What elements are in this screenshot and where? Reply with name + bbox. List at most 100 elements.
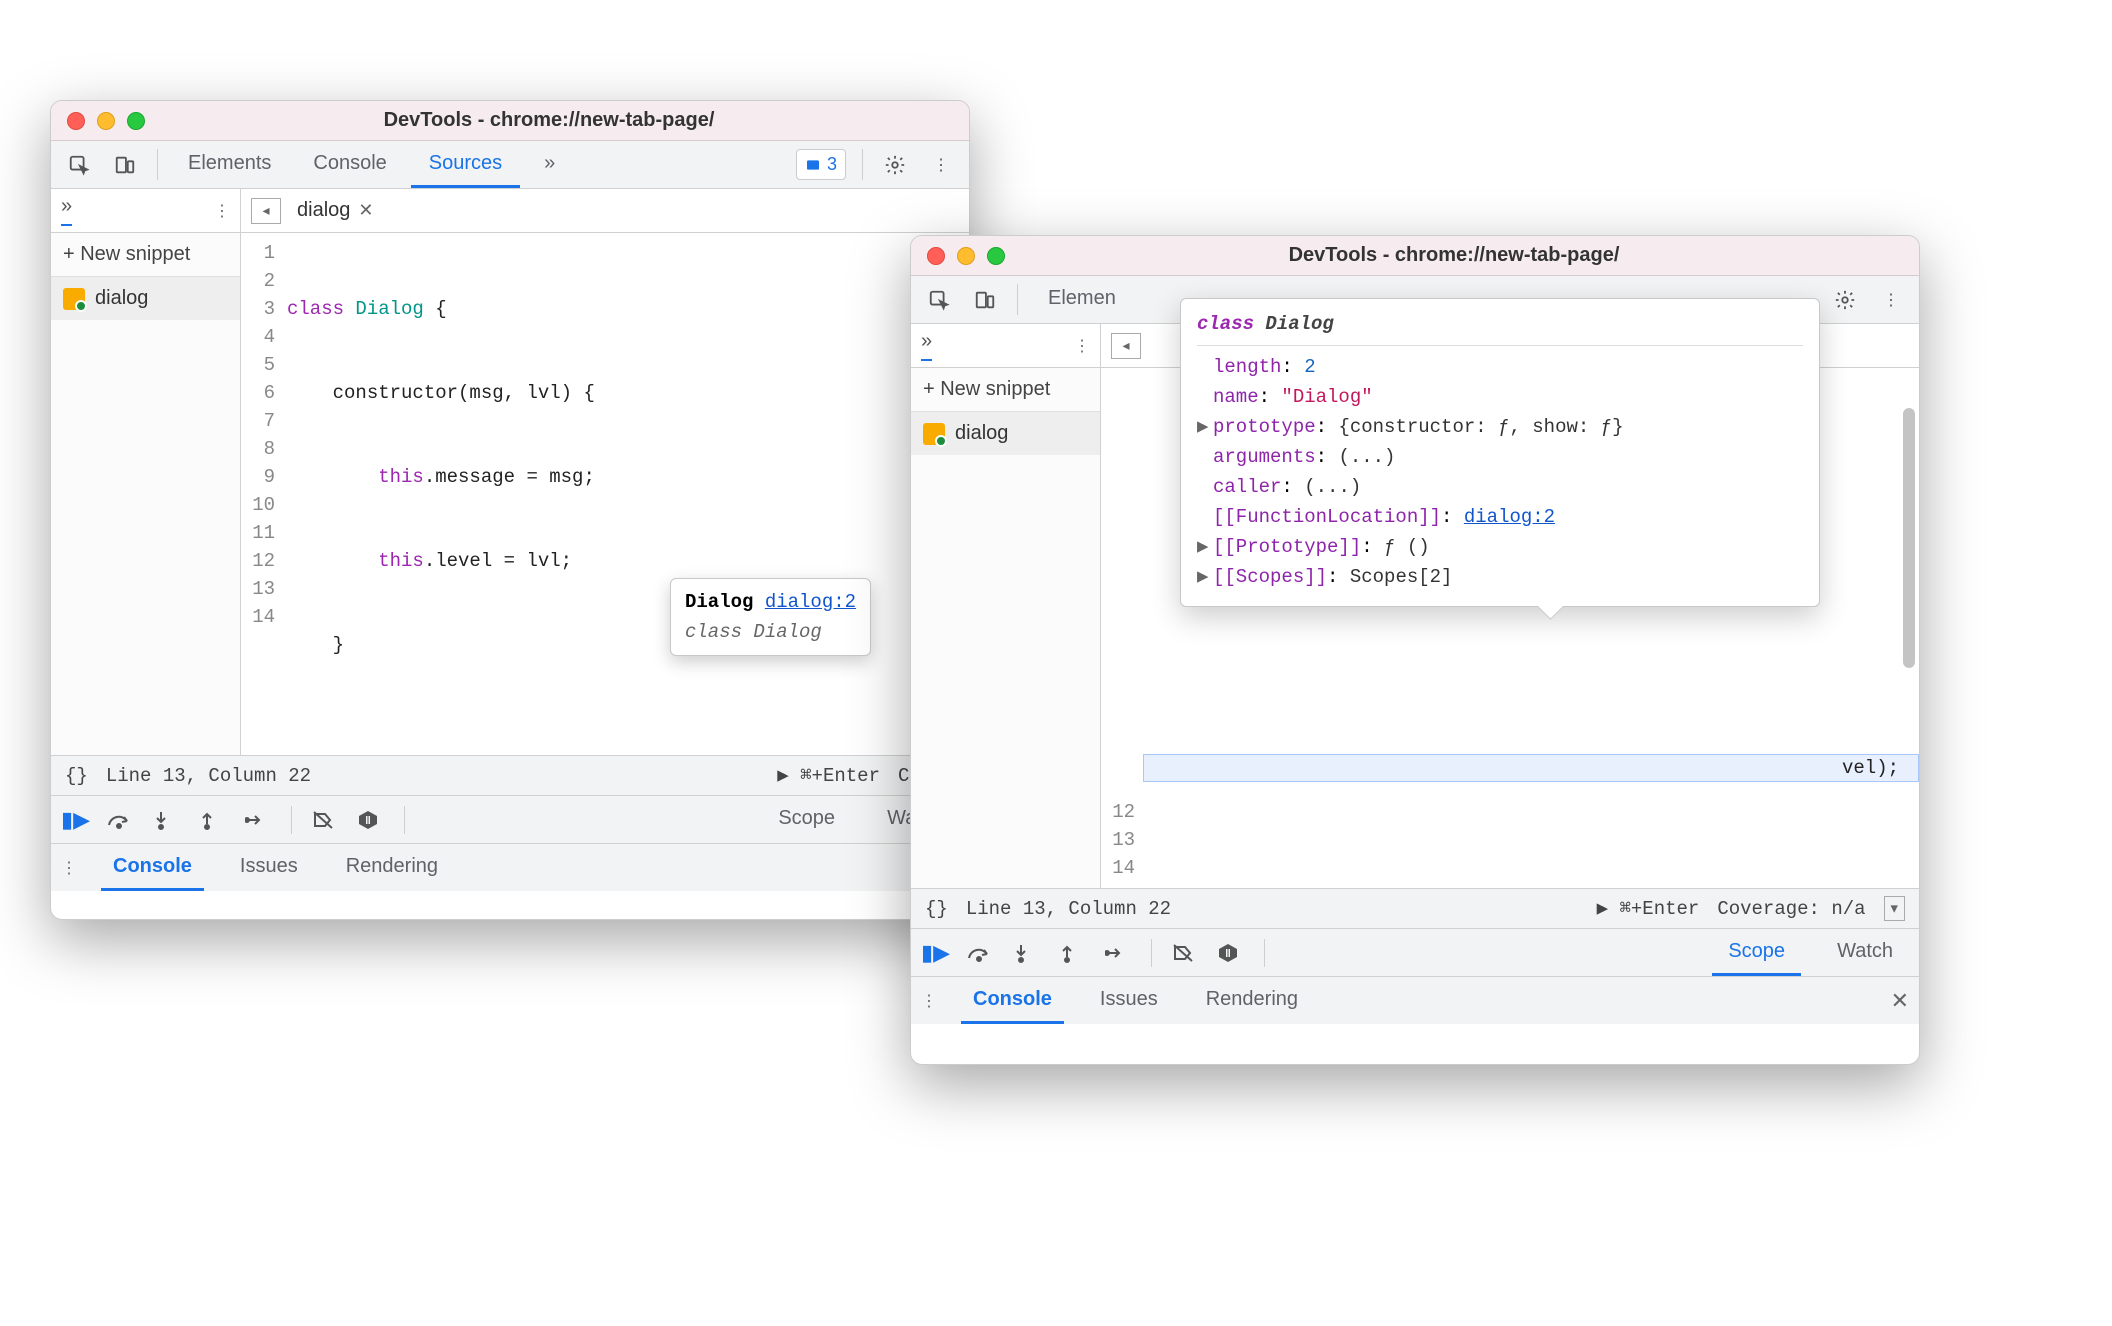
- popup-row[interactable]: length: 2: [1197, 352, 1803, 382]
- resume-icon[interactable]: ▮▶: [921, 940, 947, 966]
- gutter: 121314: [1101, 368, 1143, 888]
- object-preview-popup: class Dialog length: 2name: "Dialog"▶pro…: [1180, 298, 1820, 607]
- snippet-item[interactable]: dialog: [911, 412, 1100, 455]
- inspect-icon[interactable]: [59, 141, 99, 188]
- tab-elements-partial[interactable]: Elemen: [1030, 276, 1134, 323]
- code-editor[interactable]: 1234567891011121314 class Dialog { const…: [241, 233, 969, 755]
- drawer-rendering[interactable]: Rendering: [1194, 977, 1310, 1024]
- snippet-item[interactable]: dialog: [51, 277, 240, 320]
- deactivate-breakpoints-icon[interactable]: [1172, 943, 1198, 963]
- drawer: ⋮ Console Issues Rendering: [51, 843, 969, 891]
- step-over-icon[interactable]: [967, 944, 993, 962]
- titlebar: DevTools - chrome://new-tab-page/: [51, 101, 969, 141]
- tab-sources[interactable]: Sources: [411, 141, 520, 188]
- step-icon[interactable]: [1105, 945, 1131, 961]
- debugger-bar: ▮▶ Scope Watch: [51, 795, 969, 843]
- scope-tab[interactable]: Scope: [1712, 929, 1801, 976]
- close-icon[interactable]: [927, 247, 945, 265]
- run-hint[interactable]: ▶ ⌘+Enter: [777, 764, 880, 787]
- tooltip-link[interactable]: dialog:2: [765, 591, 856, 613]
- popup-row[interactable]: name: "Dialog": [1197, 382, 1803, 412]
- kebab-icon[interactable]: ⋮: [1871, 276, 1911, 323]
- popup-row[interactable]: [[FunctionLocation]]: dialog:2: [1197, 502, 1803, 532]
- popup-row[interactable]: ▶[[Scopes]]: Scopes[2]: [1197, 562, 1803, 592]
- dropdown-icon[interactable]: ▾: [1884, 896, 1905, 921]
- snippet-icon: [923, 423, 945, 445]
- zoom-icon[interactable]: [987, 247, 1005, 265]
- popup-row[interactable]: ▶[[Prototype]]: ƒ (): [1197, 532, 1803, 562]
- scope-tab[interactable]: Scope: [762, 796, 851, 843]
- close-icon[interactable]: [67, 112, 85, 130]
- step-into-icon[interactable]: [153, 810, 179, 830]
- drawer-kebab-icon[interactable]: ⋮: [921, 991, 937, 1011]
- snippet-icon: [63, 288, 85, 310]
- cursor-position: Line 13, Column 22: [966, 898, 1171, 920]
- issues-badge[interactable]: 3: [796, 149, 846, 180]
- traffic-lights: [927, 247, 1005, 265]
- drawer-issues[interactable]: Issues: [228, 844, 310, 891]
- tab-more[interactable]: »: [526, 141, 573, 188]
- sidebar: + New snippet dialog: [51, 233, 241, 755]
- drawer-kebab-icon[interactable]: ⋮: [61, 858, 77, 878]
- close-drawer-icon[interactable]: ✕: [1891, 988, 1909, 1014]
- snippet-label: dialog: [955, 422, 1008, 445]
- tab-console[interactable]: Console: [295, 141, 404, 188]
- deactivate-breakpoints-icon[interactable]: [312, 810, 338, 830]
- run-hint[interactable]: ▶ ⌘+Enter: [1597, 897, 1700, 920]
- device-icon[interactable]: [965, 276, 1005, 323]
- kebab-icon[interactable]: ⋮: [921, 141, 961, 188]
- braces-icon[interactable]: {}: [65, 765, 88, 787]
- coverage-label: Coverage: n/a: [1717, 898, 1865, 920]
- sidebar: + New snippet dialog: [911, 368, 1101, 888]
- step-into-icon[interactable]: [1013, 943, 1039, 963]
- sidebar-kebab-icon[interactable]: ⋮: [1074, 336, 1090, 356]
- titlebar: DevTools - chrome://new-tab-page/: [911, 236, 1919, 276]
- pause-exceptions-icon[interactable]: [1218, 943, 1244, 963]
- popup-row[interactable]: arguments: (...): [1197, 442, 1803, 472]
- file-tab[interactable]: dialog ✕: [291, 199, 379, 222]
- drawer-console[interactable]: Console: [961, 977, 1064, 1024]
- hover-tooltip: Dialog dialog:2 class Dialog: [670, 578, 871, 656]
- drawer-console[interactable]: Console: [101, 844, 204, 891]
- drawer: ⋮ Console Issues Rendering ✕: [911, 976, 1919, 1024]
- status-bar: {} Line 13, Column 22 ▶ ⌘+Enter Coverage…: [911, 888, 1919, 928]
- new-snippet-button[interactable]: + New snippet: [911, 368, 1100, 412]
- step-over-icon[interactable]: [107, 811, 133, 829]
- inspect-icon[interactable]: [919, 276, 959, 323]
- sidebar-kebab-icon[interactable]: ⋮: [214, 201, 230, 221]
- new-snippet-button[interactable]: + New snippet: [51, 233, 240, 277]
- window-title: DevTools - chrome://new-tab-page/: [1005, 244, 1903, 267]
- gear-icon[interactable]: [875, 141, 915, 188]
- step-out-icon[interactable]: [199, 810, 225, 830]
- nav-back-icon[interactable]: ◂: [1111, 333, 1141, 359]
- traffic-lights: [67, 112, 145, 130]
- drawer-issues[interactable]: Issues: [1088, 977, 1170, 1024]
- resume-icon[interactable]: ▮▶: [61, 807, 87, 833]
- gutter: 1234567891011121314: [241, 233, 283, 755]
- file-tab-label: dialog: [297, 199, 350, 222]
- zoom-icon[interactable]: [127, 112, 145, 130]
- device-icon[interactable]: [105, 141, 145, 188]
- code-body[interactable]: class Dialog { constructor(msg, lvl) { t…: [283, 233, 969, 755]
- secondary-bar: » ⋮ ◂ dialog ✕: [51, 189, 969, 233]
- watch-tab[interactable]: Watch: [1821, 929, 1909, 976]
- close-tab-icon[interactable]: ✕: [358, 200, 373, 221]
- nav-back-icon[interactable]: ◂: [251, 198, 281, 224]
- sidebar-chevron-icon[interactable]: »: [61, 195, 72, 226]
- scrollbar-thumb[interactable]: [1903, 408, 1915, 668]
- status-bar: {} Line 13, Column 22 ▶ ⌘+Enter Cover: [51, 755, 969, 795]
- minimize-icon[interactable]: [97, 112, 115, 130]
- step-icon[interactable]: [245, 812, 271, 828]
- minimize-icon[interactable]: [957, 247, 975, 265]
- tab-elements[interactable]: Elements: [170, 141, 289, 188]
- sidebar-chevron-icon[interactable]: »: [921, 330, 932, 361]
- drawer-rendering[interactable]: Rendering: [334, 844, 450, 891]
- gear-icon[interactable]: [1825, 276, 1865, 323]
- issue-count: 3: [827, 154, 837, 175]
- pause-exceptions-icon[interactable]: [358, 810, 384, 830]
- window-title: DevTools - chrome://new-tab-page/: [145, 109, 953, 132]
- braces-icon[interactable]: {}: [925, 898, 948, 920]
- popup-row[interactable]: ▶prototype: {constructor: ƒ, show: ƒ}: [1197, 412, 1803, 442]
- popup-row[interactable]: caller: (...): [1197, 472, 1803, 502]
- step-out-icon[interactable]: [1059, 943, 1085, 963]
